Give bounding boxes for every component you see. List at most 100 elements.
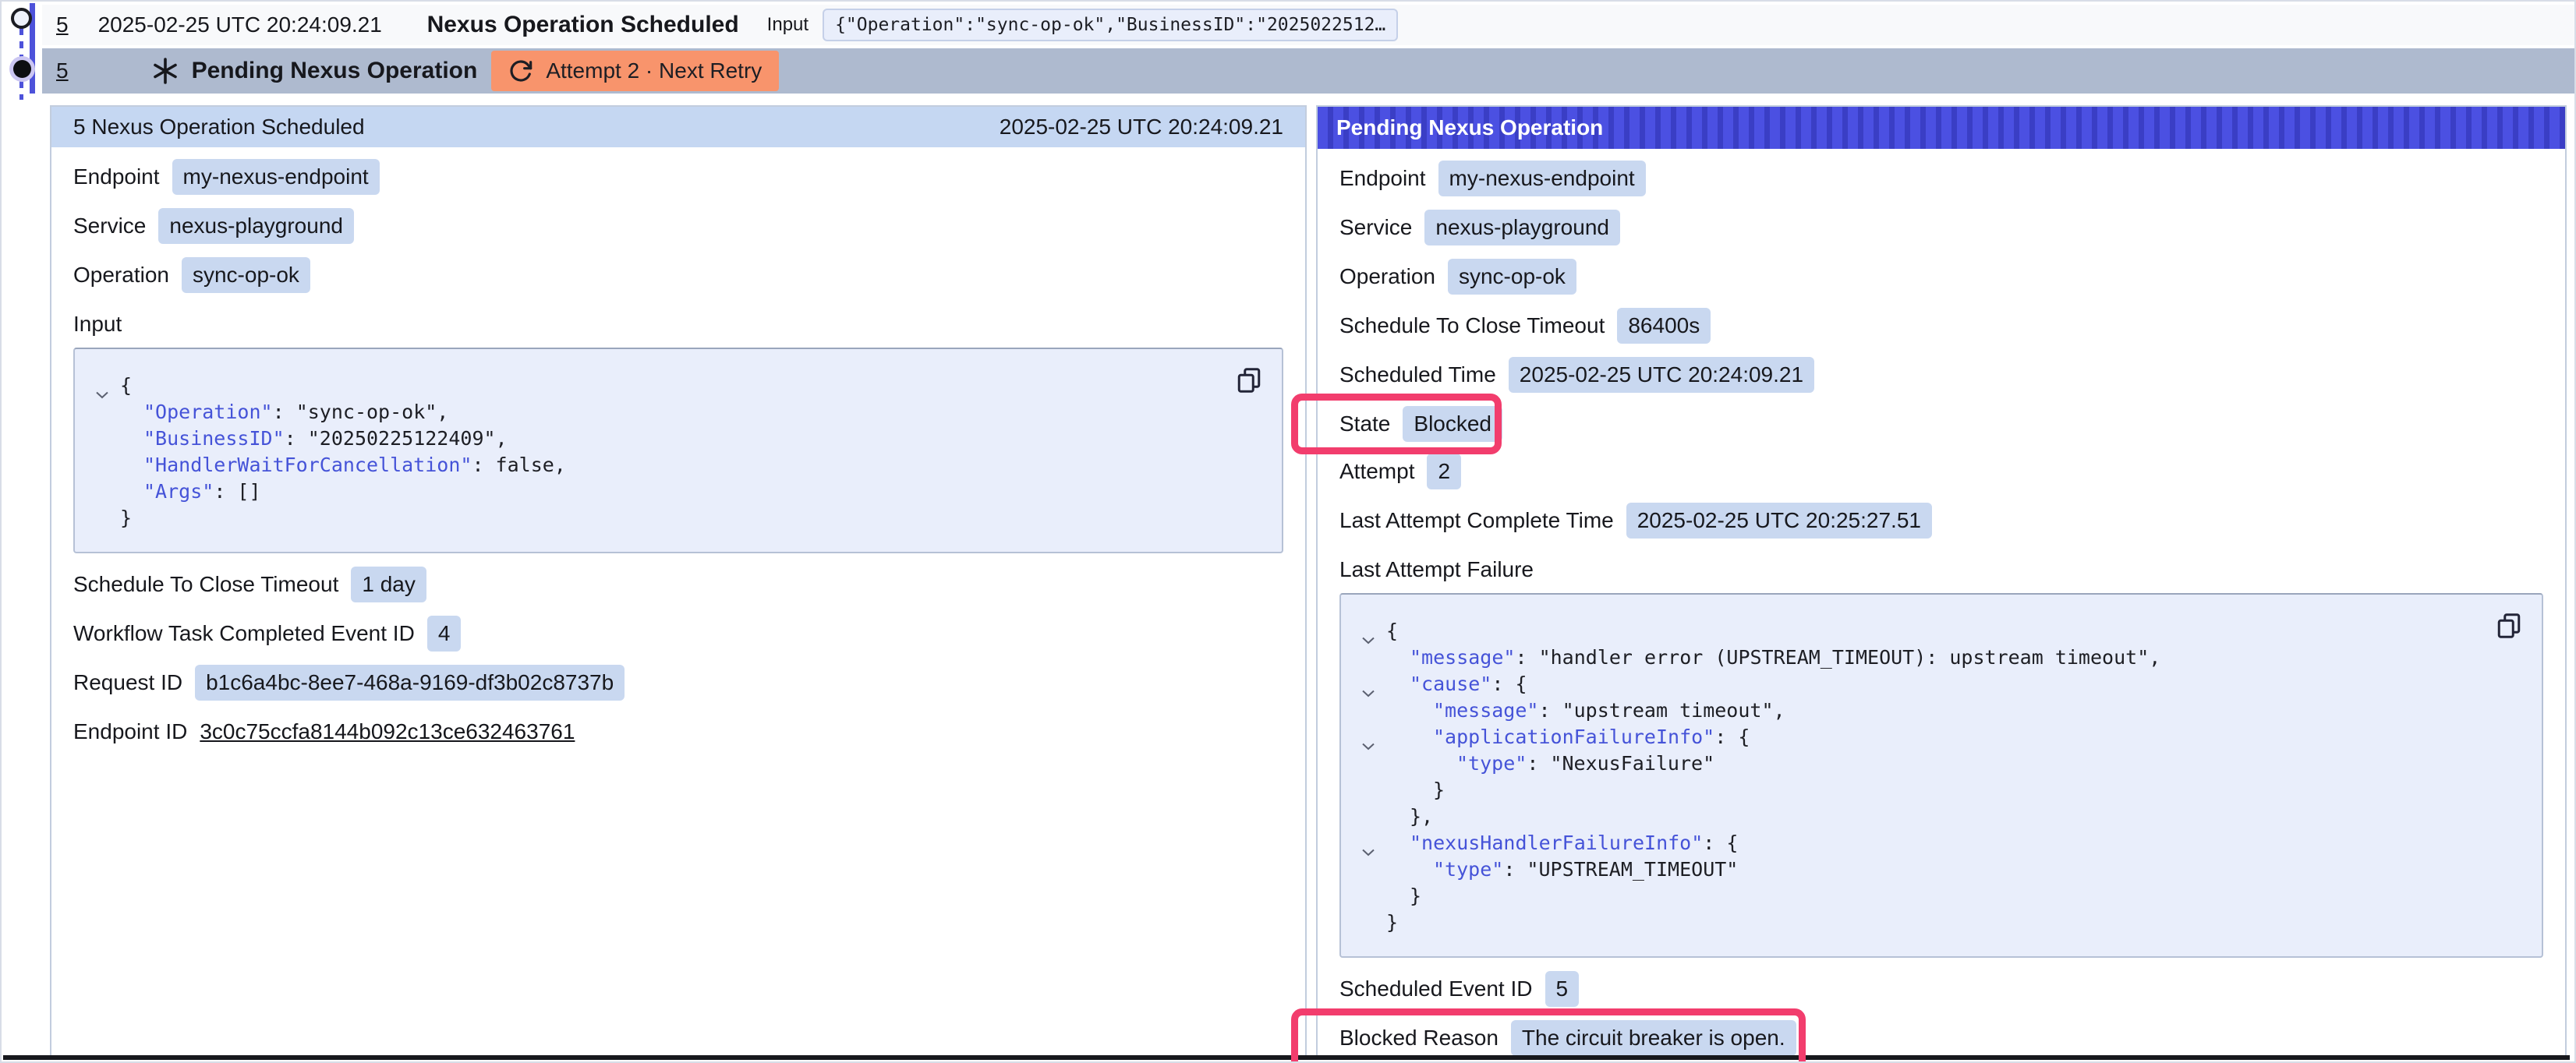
json-key: "type"	[1433, 858, 1503, 881]
json-text: :	[1527, 752, 1550, 775]
field-label: Schedule To Close Timeout	[1339, 313, 1605, 338]
json-text: :	[1714, 726, 1738, 748]
failure-json-block: {"message": "handler error (UPSTREAM_TIM…	[1339, 593, 2543, 958]
field-label: Scheduled Time	[1339, 362, 1496, 387]
field-label: Service	[73, 214, 146, 238]
history-row-pending-nexus-operation[interactable]: 5 Pending Nexus Operation Attempt 2 · Ne…	[42, 48, 2574, 94]
history-row-nexus-operation-scheduled[interactable]: 5 2025-02-25 UTC 20:24:09.21 Nexus Opera…	[42, 5, 2574, 45]
collapse-chevron-icon[interactable]	[1361, 838, 1375, 847]
input-json-block: {"Operation": "sync-op-ok","BusinessID":…	[73, 348, 1283, 553]
blocked-reason-chip: The circuit breaker is open.	[1511, 1020, 1796, 1056]
field-value-chip: 86400s	[1617, 308, 1711, 344]
input-section-label: Input	[73, 312, 1283, 337]
attempt-retry-badge[interactable]: Attempt 2 · Next Retry	[491, 51, 779, 91]
field-row-service: Service nexus-playground	[1339, 210, 2543, 245]
field-value-chip: b1c6a4bc-8ee7-468a-9169-df3b02c8737b	[195, 665, 625, 701]
copy-icon[interactable]	[2495, 612, 2523, 640]
code-line: {	[1360, 618, 2479, 645]
json-text: :	[1538, 699, 1562, 722]
code-line: "message": "handler error (UPSTREAM_TIME…	[1360, 645, 2479, 671]
collapse-chevron-icon[interactable]	[1361, 626, 1375, 635]
field-row-state: State Blocked	[1339, 406, 2543, 442]
field-value-chip: 2025-02-25 UTC 20:25:27.51	[1626, 503, 1932, 539]
code-line: "Operation": "sync-op-ok",	[94, 399, 1219, 426]
field-value-chip: sync-op-ok	[182, 257, 310, 293]
code-line: "cause": {	[1360, 671, 2479, 697]
field-value-chip: 2	[1427, 454, 1461, 489]
json-text: {	[1738, 726, 1750, 748]
retry-icon	[508, 58, 533, 83]
timeline-filled-circle-icon	[13, 60, 31, 78]
pending-nexus-operation-panel: Pending Nexus Operation Endpointmy-nexus…	[1316, 105, 2567, 1057]
json-text: }	[1386, 911, 1398, 934]
field-row-service: Service nexus-playground	[73, 208, 1283, 244]
json-text: }	[1433, 779, 1445, 801]
right-fields-top: Endpointmy-nexus-endpoint Service nexus-pl…	[1339, 161, 2543, 393]
code-line: "type": "UPSTREAM_TIMEOUT"	[1360, 856, 2479, 883]
field-row-endpoint: Endpointmy-nexus-endpoint	[1339, 161, 2543, 196]
collapse-chevron-icon[interactable]	[95, 380, 109, 390]
field-label: Scheduled Event ID	[1339, 976, 1533, 1001]
left-panel-title: 5 Nexus Operation Scheduled	[73, 115, 1000, 139]
field-label: Service	[1339, 215, 1412, 240]
copy-icon[interactable]	[1235, 366, 1263, 394]
json-key: "applicationFailureInfo"	[1433, 726, 1714, 748]
expanded-group-bottom-border	[3, 1055, 2570, 1060]
json-text: {	[1726, 832, 1738, 854]
json-key: "Operation"	[143, 401, 273, 423]
json-text: :	[1503, 858, 1527, 881]
collapse-chevron-icon[interactable]	[1361, 732, 1375, 741]
last-attempt-failure-label: Last Attempt Failure	[1339, 557, 2543, 582]
collapse-chevron-icon[interactable]	[1361, 679, 1375, 688]
json-key: "message"	[1433, 699, 1538, 722]
field-row-attempt: Attempt2	[1339, 454, 2543, 489]
right-fields-mid: Attempt2 Last Attempt Complete Time2025-0…	[1339, 454, 2543, 539]
field-row-request-id: Request IDb1c6a4bc-8ee7-468a-9169-df3b02…	[73, 665, 1283, 701]
event-id-link[interactable]: 5	[56, 58, 69, 83]
field-value-chip: 2025-02-25 UTC 20:24:09.21	[1509, 357, 1814, 393]
code-line: "message": "upstream timeout",	[1360, 697, 2479, 724]
code-line: "HandlerWaitForCancellation": false,	[94, 452, 1219, 479]
json-text: :	[273, 401, 296, 423]
json-text: }	[1410, 885, 1421, 907]
field-label: Blocked Reason	[1339, 1026, 1499, 1051]
left-fields-bottom: Schedule To Close Timeout1 day Workflow T…	[73, 567, 1283, 701]
json-text: :	[285, 427, 308, 450]
field-label: Schedule To Close Timeout	[73, 572, 338, 597]
field-label: Endpoint	[1339, 166, 1426, 191]
left-panel-header: 5 Nexus Operation Scheduled 2025-02-25 U…	[51, 107, 1305, 147]
state-value-chip: Blocked	[1403, 406, 1502, 442]
field-value-chip: sync-op-ok	[1448, 259, 1576, 295]
attempt-retry-text: Attempt 2 · Next Retry	[546, 58, 762, 83]
endpoint-id-link[interactable]: 3c0c75ccfa8144b092c13ce632463761	[200, 719, 575, 744]
json-key: "BusinessID"	[143, 427, 285, 450]
json-text: {	[120, 374, 132, 397]
scheduled-event-id-chip: 5	[1545, 971, 1580, 1007]
field-value-chip: nexus-playground	[158, 208, 354, 244]
code-line: "nexusHandlerFailureInfo": {	[1360, 830, 2479, 856]
field-row-operation: Operationsync-op-ok	[73, 257, 1283, 293]
field-row-last-attempt-complete-time: Last Attempt Complete Time2025-02-25 UTC…	[1339, 503, 2543, 539]
json-text: "sync-op-ok",	[296, 401, 449, 423]
field-row-schedule-to-close-timeout: Schedule To Close Timeout 86400s	[1339, 308, 2543, 344]
json-text: "upstream timeout",	[1562, 699, 1785, 722]
json-text: "UPSTREAM_TIMEOUT"	[1527, 858, 1738, 881]
field-value-chip: nexus-playground	[1424, 210, 1620, 245]
field-row-schedule-to-close-timeout: Schedule To Close Timeout1 day	[73, 567, 1283, 602]
event-detail-panel-scheduled: 5 Nexus Operation Scheduled 2025-02-25 U…	[50, 105, 1307, 1057]
field-row-workflow-task-completed-event-id: Workflow Task Completed Event ID 4	[73, 616, 1283, 652]
json-key: "cause"	[1410, 673, 1491, 695]
event-id-link[interactable]: 5	[56, 12, 69, 37]
field-row-endpoint: Endpointmy-nexus-endpoint	[73, 159, 1283, 195]
field-label: Workflow Task Completed Event ID	[73, 621, 415, 646]
code-line: "BusinessID": "20250225122409",	[94, 426, 1219, 452]
json-text: "NexusFailure"	[1550, 752, 1714, 775]
field-value-chip: 4	[427, 616, 462, 652]
code-line: }	[1360, 883, 2479, 909]
input-preview-chip[interactable]: {"Operation":"sync-op-ok","BusinessID":"…	[823, 9, 1398, 41]
pending-event-title: Pending Nexus Operation	[192, 58, 478, 84]
code-line: },	[1360, 803, 2479, 830]
json-text: :	[1515, 646, 1538, 669]
json-key: "Args"	[143, 480, 214, 503]
event-timestamp: 2025-02-25 UTC 20:24:09.21	[98, 12, 404, 37]
